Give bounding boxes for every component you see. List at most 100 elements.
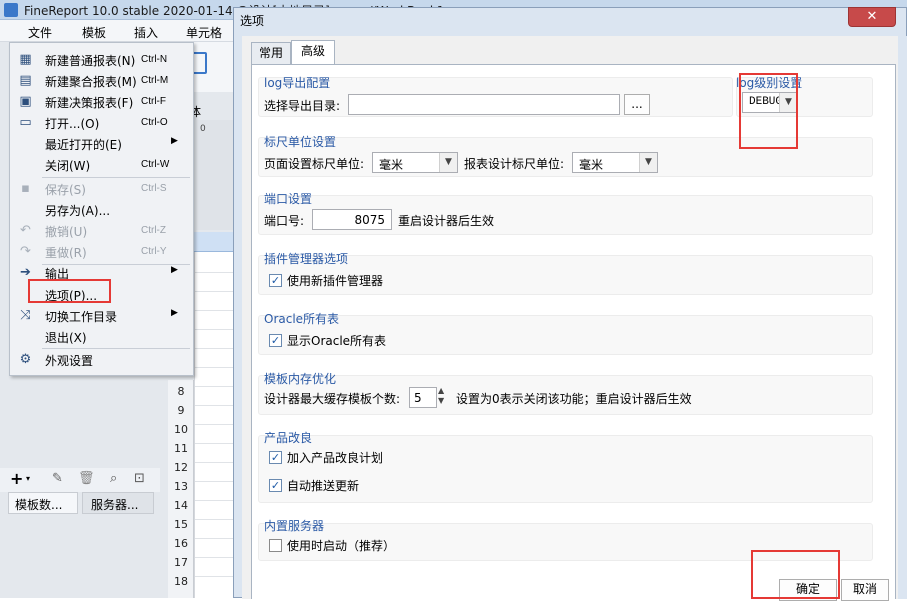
menu-item-label: 最近打开的(E) xyxy=(45,138,122,152)
highlight-box-options xyxy=(28,279,111,303)
browse-button[interactable]: ... xyxy=(624,94,650,115)
menu-item-shortcut: Ctrl-Y xyxy=(141,246,167,257)
design-ruler-value: 毫米 xyxy=(579,158,604,172)
group-title-log-export: log导出配置 xyxy=(264,76,331,90)
group-title-oracle: Oracle所有表 xyxy=(264,312,340,326)
menu-item-shortcut: Ctrl-F xyxy=(141,96,166,107)
menu-item-shortcut: Ctrl-S xyxy=(141,183,167,194)
plugin-checkbox[interactable]: ✓ xyxy=(269,274,282,287)
add-icon[interactable]: + xyxy=(10,469,23,488)
undo-icon: ↶ xyxy=(20,223,31,238)
row-header[interactable]: 9 xyxy=(168,401,194,420)
page-ruler-select[interactable]: 毫米 ▼ xyxy=(372,152,458,173)
row-header[interactable]: 14 xyxy=(168,496,194,515)
chevron-down-icon[interactable]: ▼ xyxy=(639,153,657,172)
oracle-checkbox-label: 显示Oracle所有表 xyxy=(287,334,387,348)
menu-item-redo[interactable]: ↷ 重做(R) Ctrl-Y xyxy=(10,241,193,262)
redo-icon: ↷ xyxy=(20,244,31,259)
row-header[interactable]: 18 xyxy=(168,572,194,591)
join-plan-checkbox[interactable]: ✓ xyxy=(269,451,282,464)
export-icon: ➔ xyxy=(20,265,31,280)
server-checkbox[interactable] xyxy=(269,539,282,552)
switch-dir-icon: ⤨ xyxy=(20,308,31,323)
menu-item-save[interactable]: ▪ 保存(S) Ctrl-S xyxy=(10,178,193,199)
spinner-arrows-icon[interactable]: ▲ ▼ xyxy=(438,386,444,406)
menu-item-shortcut: Ctrl-W xyxy=(141,159,170,170)
tab-server-label: 服务器... xyxy=(91,498,139,512)
menu-item-switch-dir[interactable]: ⤨ 切换工作目录 ▶ xyxy=(10,305,193,326)
ruler-zero: 0 xyxy=(200,124,206,134)
tab-template-data[interactable]: 模板数... xyxy=(8,492,78,514)
appearance-icon: ⚙ xyxy=(19,352,32,367)
page-ruler-value: 毫米 xyxy=(379,158,404,172)
auto-update-checkbox[interactable]: ✓ xyxy=(269,479,282,492)
add-dropdown-icon[interactable]: ▾ xyxy=(26,474,30,483)
export-dir-label: 选择导出目录: xyxy=(264,99,341,113)
row-header[interactable]: 11 xyxy=(168,439,194,458)
tab-server[interactable]: 服务器... xyxy=(82,492,154,514)
menu-item-recent[interactable]: 最近打开的(E) ▶ xyxy=(10,133,193,154)
save-icon: ▪ xyxy=(21,181,30,196)
chevron-down-icon[interactable]: ▼ xyxy=(439,153,457,172)
locate-icon[interactable]: ⊡ xyxy=(134,471,145,486)
memory-spinner-input[interactable]: 5 xyxy=(409,387,437,408)
dialog-body: 常用 高级 log导出配置 选择导出目录: ... log级别设置 DEBUG … xyxy=(242,36,898,599)
group-title-memory: 模板内存优化 xyxy=(264,372,337,386)
server-checkbox-label: 使用时启动（推荐） xyxy=(287,539,396,553)
port-input[interactable]: 8075 xyxy=(312,209,392,230)
page-ruler-label: 页面设置标尺单位: xyxy=(264,157,365,171)
menu-file[interactable]: 文件 xyxy=(28,24,52,41)
menu-item-label: 撤销(U) xyxy=(45,225,88,239)
row-header[interactable]: 13 xyxy=(168,477,194,496)
menu-item-shortcut: Ctrl-Z xyxy=(141,225,166,236)
sheet-grid[interactable] xyxy=(194,232,235,598)
export-dir-input[interactable] xyxy=(348,94,620,115)
edit-icon[interactable]: ✎ xyxy=(52,471,63,486)
row-headers: 8 9 10 11 12 13 14 15 16 17 18 xyxy=(168,380,194,598)
group-title-ruler-unit: 标尺单位设置 xyxy=(264,135,337,149)
menu-item-label: 外观设置 xyxy=(45,354,94,368)
row-header[interactable]: 12 xyxy=(168,458,194,477)
menu-item-close[interactable]: 关闭(W) Ctrl-W xyxy=(10,154,193,175)
tab-common[interactable]: 常用 xyxy=(251,42,291,64)
memory-note: 设置为0表示关闭该功能；重启设计器后生效 xyxy=(456,392,692,406)
menu-item-label: 重做(R) xyxy=(45,246,87,260)
tab-advanced[interactable]: 高级 xyxy=(291,40,335,64)
delete-icon[interactable]: 🗑 xyxy=(78,471,95,486)
join-plan-label: 加入产品改良计划 xyxy=(287,451,384,465)
menu-item-undo[interactable]: ↶ 撤销(U) Ctrl-Z xyxy=(10,220,193,241)
menu-item-save-as[interactable]: 另存为(A)... xyxy=(10,199,193,220)
app-logo-icon xyxy=(4,3,18,17)
tab-template-data-label: 模板数... xyxy=(15,498,63,512)
menu-item-open[interactable]: ▭ 打开...(O) Ctrl-O xyxy=(10,112,193,133)
row-header[interactable]: 15 xyxy=(168,515,194,534)
menu-item-exit[interactable]: 退出(X) xyxy=(10,326,193,347)
menu-item-label: 新建决策报表(F) xyxy=(45,96,134,110)
close-icon[interactable]: ✕ xyxy=(848,7,896,27)
menu-item-label: 关闭(W) xyxy=(45,159,91,173)
dialog-scrollbar[interactable] xyxy=(898,36,907,599)
oracle-checkbox[interactable]: ✓ xyxy=(269,334,282,347)
menu-item-label: 打开...(O) xyxy=(45,117,100,131)
group-title-server: 内置服务器 xyxy=(264,519,325,533)
highlight-box-log-level xyxy=(739,73,798,149)
left-panel-toolbar: + ▾ ✎ 🗑 ⌕ ⊡ xyxy=(0,468,160,492)
menu-insert[interactable]: 插入 xyxy=(134,24,158,41)
row-header[interactable]: 10 xyxy=(168,420,194,439)
menubar: 文件 模板 插入 单元格 xyxy=(0,20,240,42)
menu-item-new-aggregate[interactable]: ▤ 新建聚合报表(M) Ctrl-M xyxy=(10,70,193,91)
search-icon[interactable]: ⌕ xyxy=(110,471,117,486)
menu-cell[interactable]: 单元格 xyxy=(186,24,222,41)
row-header[interactable]: 16 xyxy=(168,534,194,553)
row-header[interactable]: 8 xyxy=(168,382,194,401)
column-header-selected[interactable] xyxy=(194,232,234,252)
highlight-box-ok xyxy=(751,550,840,599)
design-ruler-select[interactable]: 毫米 ▼ xyxy=(572,152,658,173)
menu-template[interactable]: 模板 xyxy=(82,24,106,41)
submenu-arrow-icon: ▶ xyxy=(171,136,178,146)
menu-item-new-report[interactable]: ▦ 新建普通报表(N) Ctrl-N xyxy=(10,49,193,70)
submenu-arrow-icon: ▶ xyxy=(171,308,178,318)
menu-item-appearance[interactable]: ⚙ 外观设置 xyxy=(10,349,193,370)
menu-item-new-decision[interactable]: ▣ 新建决策报表(F) Ctrl-F xyxy=(10,91,193,112)
row-header[interactable]: 17 xyxy=(168,553,194,572)
